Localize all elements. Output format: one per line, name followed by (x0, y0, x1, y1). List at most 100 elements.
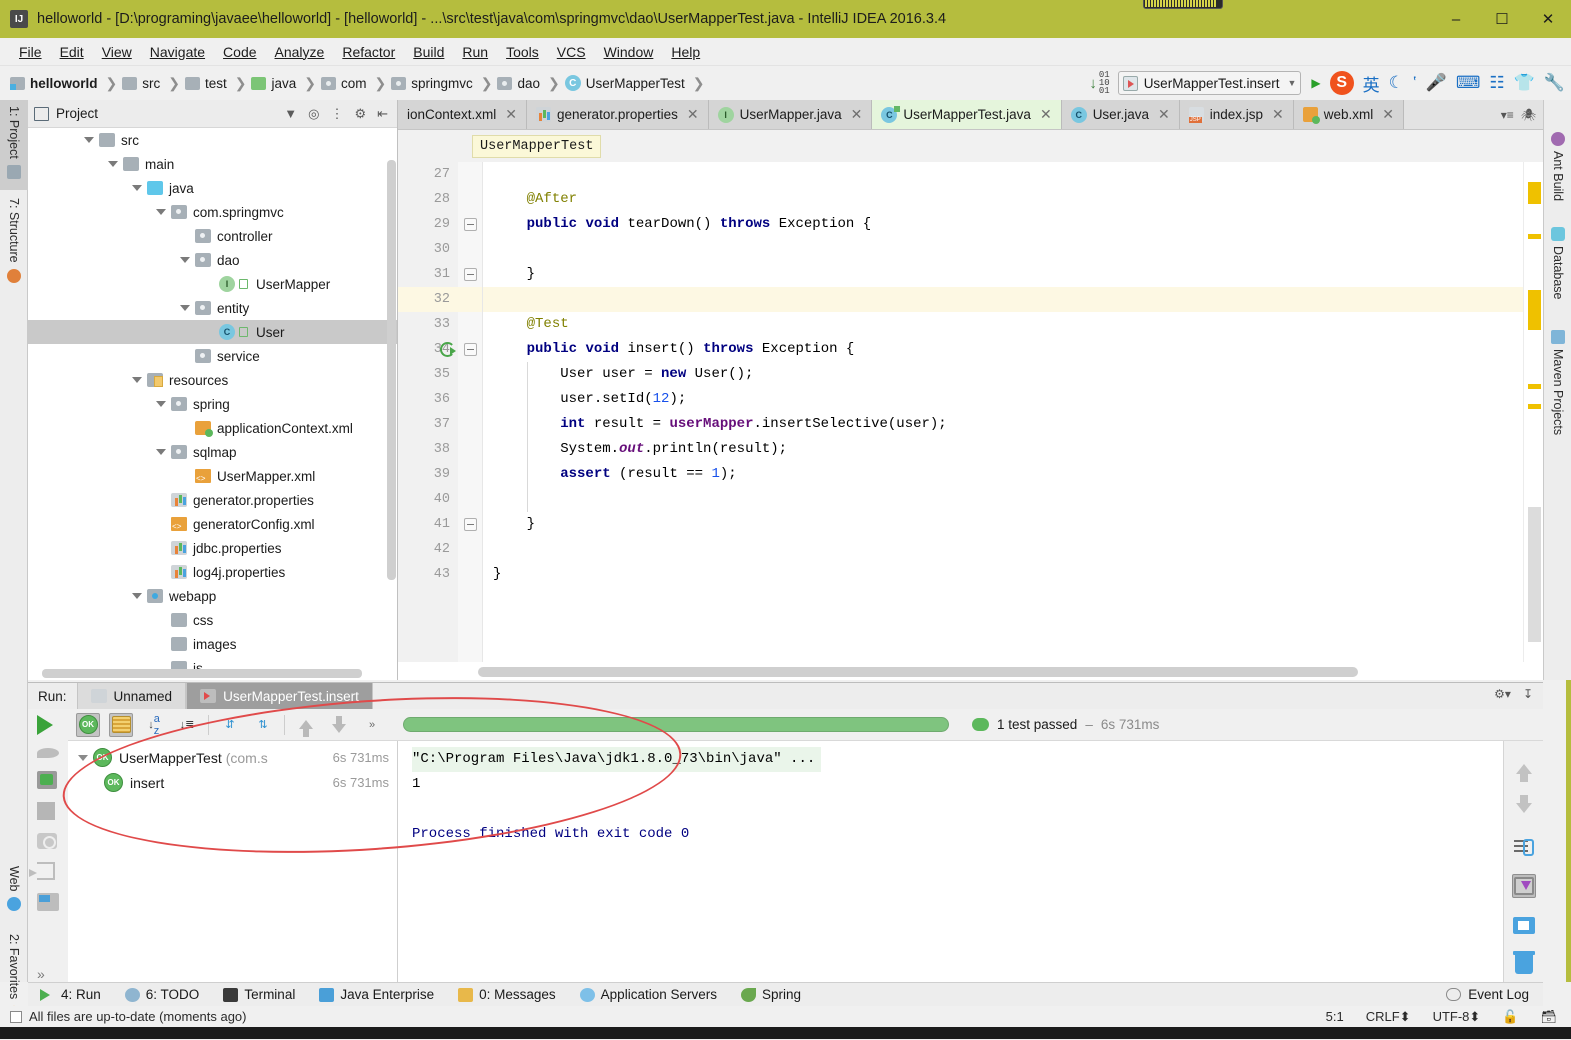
layout-icon[interactable] (37, 893, 59, 911)
code-line[interactable] (483, 237, 1543, 262)
tool-window-todo[interactable]: 6: TODO (113, 987, 212, 1002)
breadcrumb-test[interactable]: test ❯ (184, 75, 252, 92)
tool-window-messages[interactable]: 0: Messages (446, 987, 568, 1002)
tab-list-icon[interactable]: ▾≡ (1501, 108, 1514, 122)
chevron-down-icon[interactable] (180, 255, 191, 266)
code-line[interactable]: user.setId(12); (483, 387, 1543, 412)
chevron-down-icon[interactable]: ▼ (284, 106, 297, 121)
sidebar-item-database[interactable]: Database (1544, 215, 1571, 310)
memory-icon[interactable]: 🗃 (1540, 1009, 1557, 1025)
editor-code-lines[interactable]: @After public void tearDown() throws Exc… (483, 162, 1543, 662)
mic-icon[interactable]: 🎤 (1426, 73, 1447, 93)
code-line[interactable]: } (483, 562, 1543, 587)
print-icon[interactable] (1512, 913, 1536, 937)
code-line[interactable]: } (483, 512, 1543, 537)
code-editor[interactable]: 27 28 29 30 31 32 33 34 35 36 37 38 39 40 41 42 43 @Afte… (398, 162, 1543, 662)
tree-item-generatorconfig-xml[interactable]: generatorConfig.xml (28, 512, 397, 536)
menu-item-edit[interactable]: Edit (51, 41, 93, 63)
fold-cell[interactable] (458, 512, 482, 537)
tree-item-service[interactable]: service (28, 344, 397, 368)
menu-item-vcs[interactable]: VCS (548, 41, 595, 63)
menu-item-tools[interactable]: Tools (497, 41, 548, 63)
menu-item-run[interactable]: Run (453, 41, 497, 63)
tree-item-java[interactable]: java (28, 176, 397, 200)
chevron-down-icon[interactable] (84, 135, 95, 146)
tool-window-application-servers[interactable]: Application Servers (568, 987, 729, 1002)
tree-item-com-springmvc[interactable]: com.springmvc (28, 200, 397, 224)
chevron-down-icon[interactable] (132, 591, 143, 602)
tree-item-resources[interactable]: resources (28, 368, 397, 392)
tree-item-spring[interactable]: spring (28, 392, 397, 416)
code-line[interactable]: System.out.println(result); (483, 437, 1543, 462)
file-encoding[interactable]: UTF-8⬍ (1433, 1009, 1481, 1025)
scroll-to-end-icon[interactable] (1511, 874, 1536, 898)
dump-threads-icon[interactable] (37, 833, 59, 849)
collapse-all-icon[interactable]: ⋮ (330, 106, 343, 122)
moon-icon[interactable]: ☾ (1389, 73, 1404, 93)
console-output[interactable]: "C:\Program Files\Java\jdk1.8.0_73\bin\j… (398, 741, 1503, 982)
comma-icon[interactable]: ‛ (1413, 73, 1417, 93)
project-tree[interactable]: src main java com.springmvc controller dao I Us… (28, 128, 397, 680)
sidebar-item-ant-build[interactable]: Ant Build (1544, 120, 1571, 210)
expand-more-icon[interactable]: » (37, 966, 59, 982)
fold-toggle-icon[interactable] (464, 343, 477, 356)
code-line[interactable]: int result = userMapper.insertSelective(… (483, 412, 1543, 437)
project-tree-hscrollbar[interactable] (42, 669, 362, 678)
status-checkbox-icon[interactable] (10, 1010, 22, 1023)
chevron-down-icon[interactable] (156, 207, 167, 218)
chevron-down-icon[interactable] (156, 399, 167, 410)
more-icon[interactable]: » (360, 713, 384, 737)
sort-by-duration-icon[interactable]: ↓≣ (175, 713, 199, 737)
ime-language-label[interactable]: 英 (1363, 71, 1380, 96)
sort-alphabetically-icon[interactable]: ↓ a z (142, 713, 166, 737)
close-icon[interactable]: ✕ (851, 106, 863, 123)
close-icon[interactable]: ✕ (1158, 106, 1170, 123)
editor-horizontal-scrollbar[interactable] (478, 667, 1358, 677)
menu-item-view[interactable]: View (93, 41, 141, 63)
tree-item-entity[interactable]: entity (28, 296, 397, 320)
tab-applicationcontext-xml[interactable]: ionContext.xml ✕ (398, 100, 528, 129)
clear-all-icon[interactable] (1512, 950, 1536, 976)
tree-item-applicationcontext-xml[interactable]: applicationContext.xml (28, 416, 397, 440)
project-tree-scrollbar[interactable] (387, 160, 396, 580)
breadcrumb-helloworld[interactable]: helloworld ❯ (10, 75, 122, 92)
editor-marker-bar[interactable] (1523, 162, 1543, 662)
breadcrumb-dao[interactable]: dao ❯ (497, 75, 564, 92)
sidebar-item-structure[interactable]: 7: Structure (0, 192, 28, 302)
chevron-down-icon[interactable] (180, 303, 191, 314)
expand-all-icon[interactable]: ⇵ (218, 713, 242, 737)
chevron-down-icon[interactable] (156, 447, 167, 458)
tree-item-usermapper-xml[interactable]: UserMapper.xml (28, 464, 397, 488)
chevron-down-icon[interactable] (132, 375, 143, 386)
run-tab-unnamed[interactable]: Unnamed (76, 683, 187, 709)
prev-test-icon[interactable] (294, 713, 318, 737)
fold-toggle-icon[interactable] (464, 268, 477, 281)
hide-icon[interactable]: ↧ (1523, 687, 1533, 701)
tree-item-css[interactable]: css (28, 608, 397, 632)
sidebar-item-web[interactable]: Web (0, 860, 28, 926)
collapse-all-icon[interactable]: ⇅ (251, 713, 275, 737)
breadcrumb-com[interactable]: com ❯ (320, 75, 391, 92)
tree-item-main[interactable]: main (28, 152, 397, 176)
maximize-button[interactable]: ☐ (1479, 0, 1525, 38)
tree-item-log4j-properties[interactable]: log4j.properties (28, 560, 397, 584)
fold-toggle-icon[interactable] (464, 518, 477, 531)
run-tab-usermappertest-insert[interactable]: UserMapperTest.insert (186, 683, 373, 709)
event-log-button[interactable]: Event Log (1446, 987, 1543, 1002)
menu-item-help[interactable]: Help (662, 41, 709, 63)
close-icon[interactable]: ✕ (1040, 106, 1052, 123)
tab-generator-properties[interactable]: generator.properties ✕ (527, 100, 709, 129)
tab-extra-icon[interactable]: 🕷 (1521, 108, 1536, 122)
menu-item-file[interactable]: File (10, 41, 51, 63)
code-line[interactable]: public void insert() throws Exception { (483, 337, 1543, 362)
show-passed-icon[interactable]: OK (76, 712, 100, 737)
tree-item-user[interactable]: C User (28, 320, 397, 344)
fold-cell[interactable] (458, 337, 482, 362)
fold-toggle-icon[interactable] (464, 218, 477, 231)
hide-icon[interactable]: ⇤ (377, 106, 388, 122)
update-project-icon[interactable]: ↓ (1089, 75, 1097, 92)
tree-item-images[interactable]: images (28, 632, 397, 656)
tool-window-terminal[interactable]: Terminal (211, 987, 307, 1002)
code-line[interactable] (483, 487, 1543, 512)
code-line[interactable] (483, 162, 1543, 187)
